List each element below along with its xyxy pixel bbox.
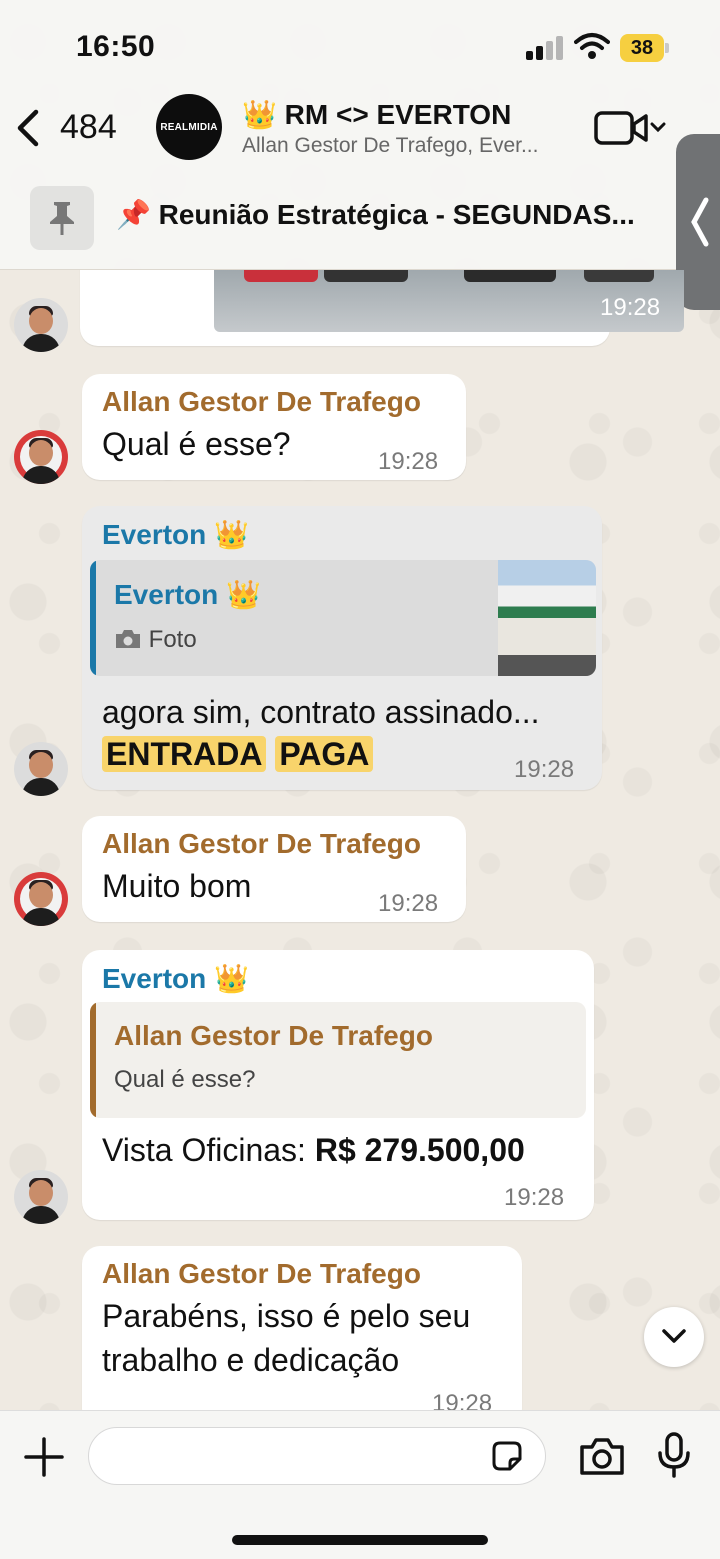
scroll-to-bottom-button[interactable]	[644, 1307, 704, 1367]
message-bubble[interactable]: Allan Gestor De Trafego Parabéns, isso é…	[82, 1246, 522, 1410]
pin-icon	[50, 202, 74, 235]
image-message[interactable]: 19:28	[80, 270, 684, 346]
message-bubble[interactable]: Allan Gestor De Trafego Muito bom 19:28	[82, 816, 466, 922]
battery-level: 38	[620, 34, 664, 62]
sticker-icon	[492, 1441, 522, 1471]
pinned-message-bar[interactable]: 📌 Reunião Estratégica - SEGUNDAS...	[0, 178, 720, 262]
camera-icon	[580, 1438, 624, 1475]
group-title[interactable]: 👑 RM <> EVERTON	[242, 98, 582, 131]
message-text: Muito bom	[102, 868, 252, 904]
message-time: 19:28	[514, 756, 575, 783]
group-avatar[interactable]: REALMIDIA	[156, 94, 222, 160]
message-sender: Allan Gestor De Trafego	[102, 1258, 421, 1289]
message-sender: Allan Gestor De Trafego	[102, 386, 421, 417]
avatar-allan[interactable]	[14, 430, 68, 484]
video-camera-icon	[594, 111, 666, 145]
quoted-sender: Allan Gestor De Trafego	[114, 1020, 433, 1051]
avatar-allan[interactable]	[14, 872, 68, 926]
pin-button[interactable]	[30, 186, 94, 250]
quoted-text: Qual é esse?	[114, 1066, 256, 1093]
quoted-message[interactable]: Allan Gestor De Trafego Qual é esse?	[90, 1002, 586, 1118]
message-sender: Everton 👑	[102, 963, 249, 994]
message-bubble[interactable]: Allan Gestor De Trafego Qual é esse? 19:…	[82, 374, 466, 480]
camera-icon	[116, 630, 140, 648]
message-text: agora sim, contrato assinado...	[102, 694, 540, 730]
message-text: Vista Oficinas: R$ 279.500,00	[102, 1132, 525, 1168]
message-time: 19:28	[378, 890, 439, 917]
back-button[interactable]: 484	[14, 104, 134, 150]
message-bubble[interactable]: Everton 👑 Allan Gestor De Trafego Qual é…	[82, 950, 594, 1220]
avatar-everton[interactable]	[14, 1170, 68, 1224]
message-input[interactable]	[88, 1427, 546, 1485]
message-bubble[interactable]: Everton 👑 Everton 👑 Foto agora sim, cont…	[82, 506, 602, 790]
unread-count: 484	[60, 108, 117, 146]
battery-icon: 38	[620, 34, 670, 62]
quoted-sender: Everton 👑	[114, 579, 261, 610]
message-text: trabalho e dedicação	[102, 1342, 400, 1378]
quoted-message[interactable]: Everton 👑 Foto	[90, 560, 596, 676]
group-members[interactable]: Allan Gestor De Trafego, Ever...	[242, 134, 572, 158]
message-time: 19:28	[504, 1184, 565, 1211]
message-time: 19:28	[432, 1390, 493, 1410]
message-time: 19:28	[378, 448, 439, 475]
chevron-down-icon	[662, 1329, 686, 1343]
voice-message-button[interactable]	[656, 1431, 692, 1479]
camera-button[interactable]	[578, 1435, 626, 1477]
microphone-icon	[658, 1432, 690, 1478]
message-text: Qual é esse?	[102, 426, 291, 462]
chevron-left-icon	[17, 109, 39, 147]
avatar-everton[interactable]	[14, 742, 68, 796]
message-sender: Everton 👑	[102, 519, 249, 550]
wifi-icon	[574, 32, 610, 60]
highlight-entrada: ENTRADA	[102, 736, 267, 772]
home-indicator[interactable]	[232, 1535, 488, 1545]
chat-header: 16:50 38 484 REALMIDIA 👑 RM <> EVERTON A…	[0, 0, 720, 270]
avatar-everton[interactable]	[14, 298, 68, 352]
attach-button[interactable]	[22, 1435, 66, 1479]
plus-icon	[24, 1437, 64, 1477]
highlight-paga: PAGA	[275, 736, 374, 772]
chevron-left-icon	[691, 197, 709, 247]
message-text-highlighted: ENTRADA PAGA	[102, 736, 374, 773]
message-sender: Allan Gestor De Trafego	[102, 828, 421, 859]
video-call-button[interactable]	[594, 108, 670, 148]
pinned-message-text: 📌 Reunião Estratégica - SEGUNDAS...	[116, 199, 635, 230]
message-list[interactable]: 19:28 Allan Gestor De Trafego Qual é ess…	[0, 270, 720, 1410]
quoted-text: Foto	[114, 626, 197, 654]
quoted-photo-thumbnail[interactable]	[498, 560, 596, 676]
status-time: 16:50	[76, 30, 156, 63]
message-text: Parabéns, isso é pelo seu	[102, 1298, 471, 1334]
message-photo[interactable]: 19:28	[214, 270, 684, 332]
sticker-button[interactable]	[490, 1439, 524, 1473]
group-avatar-logo: REALMIDIA	[160, 121, 218, 133]
message-time: 19:28	[600, 294, 661, 321]
cellular-signal-icon	[526, 36, 564, 60]
composer-bar	[0, 1410, 720, 1559]
